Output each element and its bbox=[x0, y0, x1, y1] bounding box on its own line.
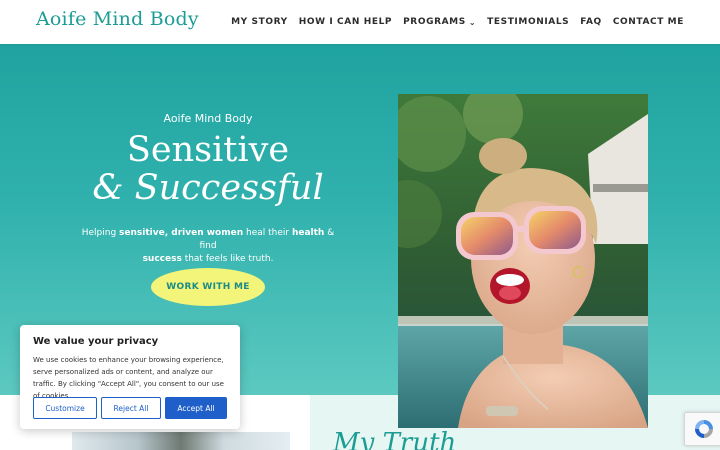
nav-programs-label: PROGRAMS bbox=[403, 17, 466, 27]
nav-faq-label: FAQ bbox=[580, 17, 602, 27]
cookie-text: We use cookies to enhance your browsing … bbox=[33, 356, 224, 400]
nav-faq[interactable]: FAQ bbox=[580, 17, 602, 27]
recaptcha-badge[interactable] bbox=[684, 412, 720, 446]
accept-all-button[interactable]: Accept All bbox=[165, 397, 227, 419]
nav-programs[interactable]: PROGRAMS ⌄ bbox=[403, 17, 476, 27]
site-logo[interactable]: Aoife Mind Body bbox=[36, 8, 199, 30]
cookie-title: We value your privacy bbox=[33, 336, 159, 347]
reject-all-button[interactable]: Reject All bbox=[101, 397, 161, 419]
hero-title-line2: & Successful bbox=[92, 168, 324, 208]
recaptcha-icon bbox=[695, 420, 713, 438]
chevron-down-icon: ⌄ bbox=[468, 17, 477, 27]
customize-button[interactable]: Customize bbox=[33, 397, 97, 419]
hero-subtitle-part: that feels like truth. bbox=[181, 254, 274, 264]
section-title: My Truth bbox=[333, 428, 457, 450]
hero-title-line1: Sensitive bbox=[126, 130, 290, 170]
hero-subtitle-part: heal their bbox=[243, 228, 292, 238]
hero-subtitle-bold: sensitive, driven women bbox=[119, 228, 244, 238]
hero-subtitle: Helping sensitive, driven women heal the… bbox=[78, 227, 338, 266]
tree-image bbox=[72, 432, 290, 450]
nav-contact-me[interactable]: CONTACT ME bbox=[613, 17, 684, 27]
nav-my-story-label: MY STORY bbox=[231, 17, 288, 27]
hero-brand: Aoife Mind Body bbox=[163, 112, 253, 125]
hero-subtitle-bold: success bbox=[142, 254, 182, 264]
portrait-illustration bbox=[398, 94, 648, 428]
main-nav: MY STORY HOW I CAN HELP PROGRAMS ⌄ TESTIM… bbox=[231, 17, 684, 27]
hero-subtitle-bold: health bbox=[291, 228, 325, 238]
site-header: Aoife Mind Body MY STORY HOW I CAN HELP … bbox=[0, 0, 720, 44]
hero-subtitle-part: Helping bbox=[81, 228, 120, 238]
nav-testimonials[interactable]: TESTIMONIALS bbox=[487, 17, 569, 27]
hero-photo bbox=[398, 94, 648, 428]
nav-my-story[interactable]: MY STORY bbox=[231, 17, 288, 27]
cookie-consent-dialog: We value your privacy We use cookies to … bbox=[20, 325, 240, 429]
nav-how-i-can-help[interactable]: HOW I CAN HELP bbox=[299, 17, 392, 27]
nav-how-i-can-help-label: HOW I CAN HELP bbox=[298, 17, 393, 27]
nav-testimonials-label: TESTIMONIALS bbox=[487, 17, 570, 27]
work-with-me-button[interactable]: WORK WITH ME bbox=[151, 268, 265, 306]
nav-contact-me-label: CONTACT ME bbox=[612, 17, 684, 27]
